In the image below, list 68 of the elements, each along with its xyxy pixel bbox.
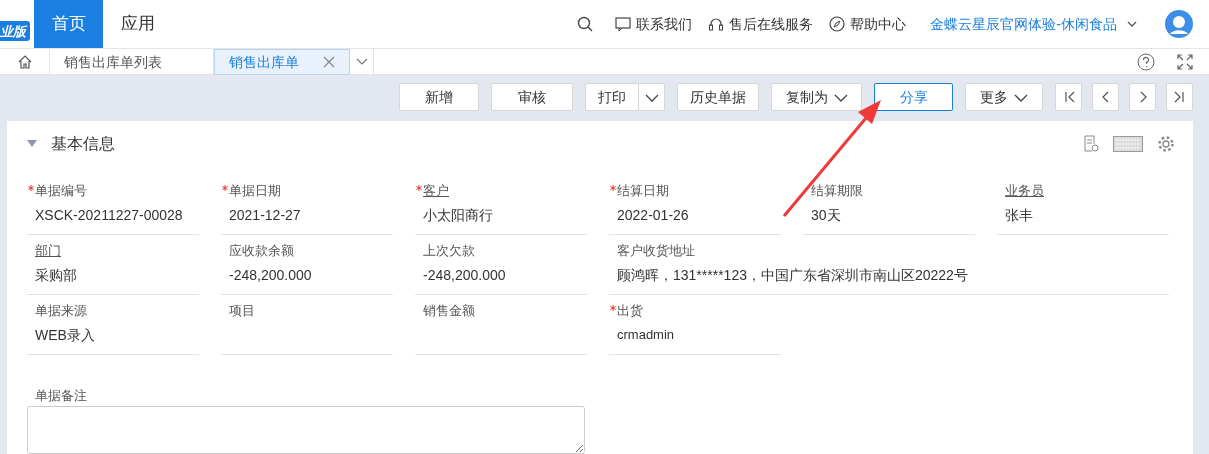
caret-icon	[1014, 92, 1028, 102]
field-value: WEB录入	[35, 326, 96, 345]
field-label: 应收款余额	[229, 242, 294, 260]
field-value: XSCK-20211227-00028	[35, 206, 184, 225]
caret-icon	[833, 92, 848, 102]
document-settings-icon[interactable]	[1083, 135, 1099, 153]
toolbar-button[interactable]: 分享	[874, 83, 953, 111]
field-value: 30天	[811, 206, 842, 225]
header-link[interactable]: 帮助中心	[850, 13, 907, 35]
collapse-triangle-icon[interactable]	[27, 140, 37, 148]
section-title: 基本信息	[51, 134, 115, 154]
settings-icon[interactable]	[1157, 135, 1175, 153]
field-value: 2021-12-27	[229, 206, 302, 225]
chat-icon[interactable]	[615, 16, 632, 32]
field-label: 销售金额	[423, 302, 475, 320]
pager-button[interactable]	[1166, 83, 1193, 111]
home-icon[interactable]	[16, 54, 33, 70]
close-icon[interactable]	[323, 56, 335, 68]
field-link[interactable]: 客户	[423, 181, 449, 201]
field-value: -248,200.000	[423, 266, 507, 285]
field-link[interactable]: 业务员	[1005, 181, 1044, 201]
pager-button[interactable]	[1092, 83, 1119, 111]
pager-button[interactable]	[1055, 83, 1082, 111]
field-label: 结算期限	[811, 182, 863, 200]
toolbar-button[interactable]: 打印	[585, 83, 639, 111]
search-icon[interactable]	[577, 16, 594, 32]
nav-tab[interactable]: 首页	[34, 0, 103, 48]
field-label: 单据编号	[35, 182, 87, 200]
field-label: 出货	[617, 302, 643, 320]
avatar-icon[interactable]	[1165, 10, 1193, 38]
toolbar-button[interactable]: 审核	[491, 83, 573, 111]
compass-icon[interactable]	[829, 16, 846, 32]
field-label: 单据备注	[35, 387, 87, 405]
field-label: 单据日期	[229, 182, 281, 200]
headset-icon[interactable]	[708, 16, 725, 32]
last-page-icon	[1172, 90, 1187, 104]
field-value: 张丰	[1005, 206, 1034, 225]
field-value: 顾鸿晖，131*****123，中国广东省深圳市南山区20222号	[617, 266, 969, 285]
field-label: 结算日期	[617, 182, 669, 200]
field-label: 上次欠款	[423, 242, 475, 260]
caret-icon[interactable]	[1127, 20, 1137, 28]
field-value: crmadmin	[617, 326, 676, 344]
caret-icon	[644, 92, 659, 102]
field-link[interactable]: 部门	[35, 241, 61, 261]
dropdown-toggle-button[interactable]	[639, 83, 665, 111]
field-label: 客户收货地址	[617, 242, 695, 260]
toolbar-button[interactable]: 新增	[399, 83, 479, 111]
field-value: 采购部	[35, 266, 78, 285]
field-label: 项目	[229, 302, 255, 320]
field-value: 2022-01-26	[617, 206, 690, 225]
toolbar-button[interactable]: 历史单据	[677, 83, 759, 111]
header-link[interactable]: 联系我们	[636, 13, 693, 35]
nav-tab[interactable]: 应用	[103, 0, 172, 48]
account-name[interactable]: 金蝶云星辰官网体验-休闲食品	[930, 13, 1117, 35]
keyboard-icon[interactable]	[1113, 136, 1143, 152]
chevron-down-icon[interactable]	[355, 58, 368, 66]
field-label: 单据来源	[35, 302, 87, 320]
remarks-field[interactable]	[27, 406, 585, 454]
help-icon[interactable]	[1137, 52, 1155, 71]
pager-button[interactable]	[1129, 83, 1156, 111]
toolbar-button[interactable]: 复制为	[771, 83, 862, 111]
brand-logo: 业版	[0, 20, 30, 41]
field-value: -248,200.000	[229, 266, 313, 285]
field-value: 小太阳商行	[423, 206, 494, 225]
fullscreen-icon[interactable]	[1177, 53, 1193, 70]
page-tab[interactable]: 销售出库单	[214, 49, 350, 75]
header-link[interactable]: 售后在线服务	[729, 13, 814, 35]
toolbar-button[interactable]: 更多	[965, 83, 1043, 111]
